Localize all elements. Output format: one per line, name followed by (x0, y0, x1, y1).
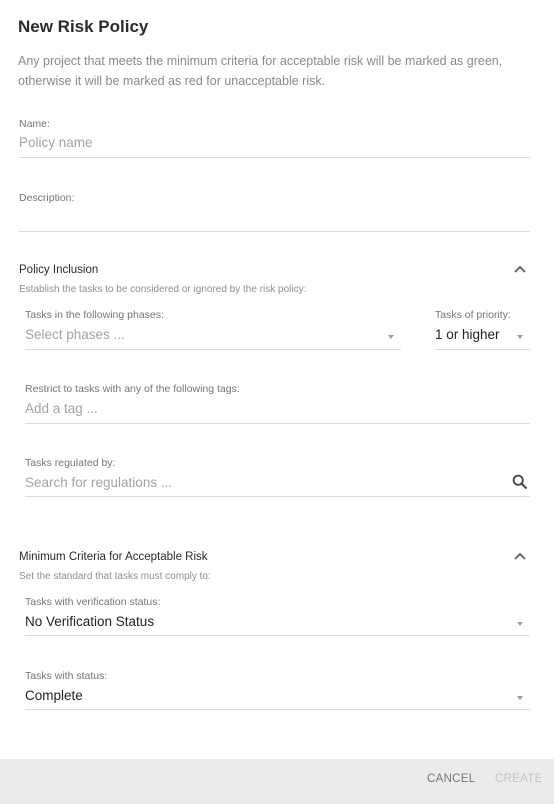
regulations-search-input[interactable]: Search for regulations ... (25, 475, 172, 490)
chevron-up-icon[interactable] (513, 264, 527, 274)
dialog-footer: CANCEL CREATE (0, 759, 554, 804)
policy-inclusion-subtitle: Establish the tasks to be considered or … (19, 284, 307, 295)
regulations-label: Tasks regulated by: (25, 457, 116, 469)
tags-underline (25, 423, 530, 424)
description-underline (19, 231, 530, 232)
priority-label: Tasks of priority: (435, 309, 511, 321)
name-input[interactable]: Policy name (19, 135, 93, 150)
new-risk-policy-dialog: New Risk Policy Any project that meets t… (0, 0, 554, 804)
minimum-criteria-subtitle: Set the standard that tasks must comply … (19, 571, 211, 582)
priority-underline (435, 349, 530, 350)
chevron-down-icon[interactable] (517, 696, 523, 700)
phases-underline (25, 349, 401, 350)
regulations-underline (25, 496, 530, 497)
create-button[interactable]: CREATE (495, 773, 543, 785)
description-input[interactable] (19, 209, 530, 227)
cancel-button[interactable]: CANCEL (427, 773, 475, 785)
verification-select[interactable]: No Verification Status (25, 614, 154, 629)
phases-label: Tasks in the following phases: (25, 309, 164, 321)
dialog-title: New Risk Policy (18, 17, 149, 36)
priority-select[interactable]: 1 or higher (435, 327, 500, 342)
policy-inclusion-title: Policy Inclusion (19, 264, 99, 276)
task-status-underline (25, 709, 530, 710)
chevron-down-icon[interactable] (517, 335, 523, 339)
name-underline (19, 157, 530, 158)
dialog-intro: Any project that meets the minimum crite… (18, 54, 503, 88)
chevron-down-icon[interactable] (517, 622, 523, 626)
chevron-down-icon[interactable] (388, 335, 394, 339)
tags-input[interactable]: Add a tag ... (25, 401, 98, 416)
phases-select[interactable]: Select phases ... (25, 327, 125, 342)
name-label: Name: (19, 118, 50, 130)
verification-underline (25, 635, 530, 636)
verification-label: Tasks with verification status: (25, 596, 161, 608)
chevron-up-icon[interactable] (513, 551, 527, 561)
tags-label: Restrict to tasks with any of the follow… (25, 383, 240, 395)
task-status-label: Tasks with status: (25, 670, 108, 682)
minimum-criteria-title: Minimum Criteria for Acceptable Risk (19, 551, 208, 563)
task-status-select[interactable]: Complete (25, 688, 83, 703)
description-label: Description: (19, 192, 75, 204)
search-icon[interactable] (512, 474, 528, 490)
